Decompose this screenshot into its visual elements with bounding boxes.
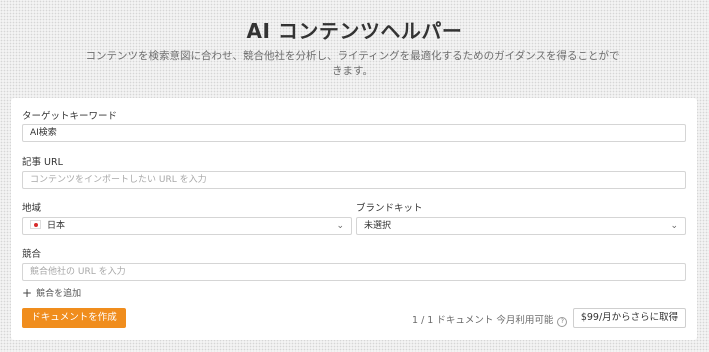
competitors-label: 競合 xyxy=(22,249,42,260)
article-url-label: 記事 URL xyxy=(22,157,63,168)
region-select[interactable]: 日本 ⌄ xyxy=(22,217,352,235)
page-title: AI コンテンツヘルパー xyxy=(246,19,463,43)
brand-kit-label: ブランドキット xyxy=(356,203,423,214)
competitor-url-input[interactable]: 競合他社の URL を入力 xyxy=(22,263,686,281)
region-value: 日本 xyxy=(47,221,66,231)
chevron-down-icon: ⌄ xyxy=(670,221,678,231)
article-url-placeholder: コンテンツをインポートしたい URL を入力 xyxy=(30,175,207,185)
page-subtitle: コンテンツを検索意図に合わせ、競合他社を分析し、ライティングを最適化するためのガ… xyxy=(85,50,620,77)
page-header: AI コンテンツヘルパー コンテンツを検索意図に合わせ、競合他社を分析し、ライテ… xyxy=(0,0,709,96)
add-competitor-label: 競合を追加 xyxy=(36,289,82,299)
create-document-button[interactable]: ドキュメントを作成 xyxy=(22,308,126,328)
brand-kit-value: 未選択 xyxy=(364,221,392,231)
keyword-value: AI検索 xyxy=(30,128,57,138)
keyword-label: ターゲットキーワード xyxy=(22,111,118,122)
help-icon[interactable]: ? xyxy=(557,317,568,327)
competitor-url-placeholder: 競合他社の URL を入力 xyxy=(30,267,126,277)
region-label: 地域 xyxy=(22,203,42,214)
upgrade-button[interactable]: $99/月からさらに取得 xyxy=(573,308,686,328)
plus-icon: + xyxy=(22,286,33,300)
chevron-down-icon: ⌄ xyxy=(336,221,344,231)
usage-quota-text: 1 / 1 ドキュメント 今月利用可能 xyxy=(412,315,554,326)
usage-quota: 1 / 1 ドキュメント 今月利用可能? xyxy=(412,312,568,327)
brand-kit-select[interactable]: 未選択 ⌄ xyxy=(356,217,686,235)
japan-flag-icon xyxy=(30,220,41,229)
keyword-input[interactable]: AI検索 xyxy=(22,124,686,142)
article-url-input[interactable]: コンテンツをインポートしたい URL を入力 xyxy=(22,171,686,189)
add-competitor-button[interactable]: + 競合を追加 xyxy=(22,286,81,300)
